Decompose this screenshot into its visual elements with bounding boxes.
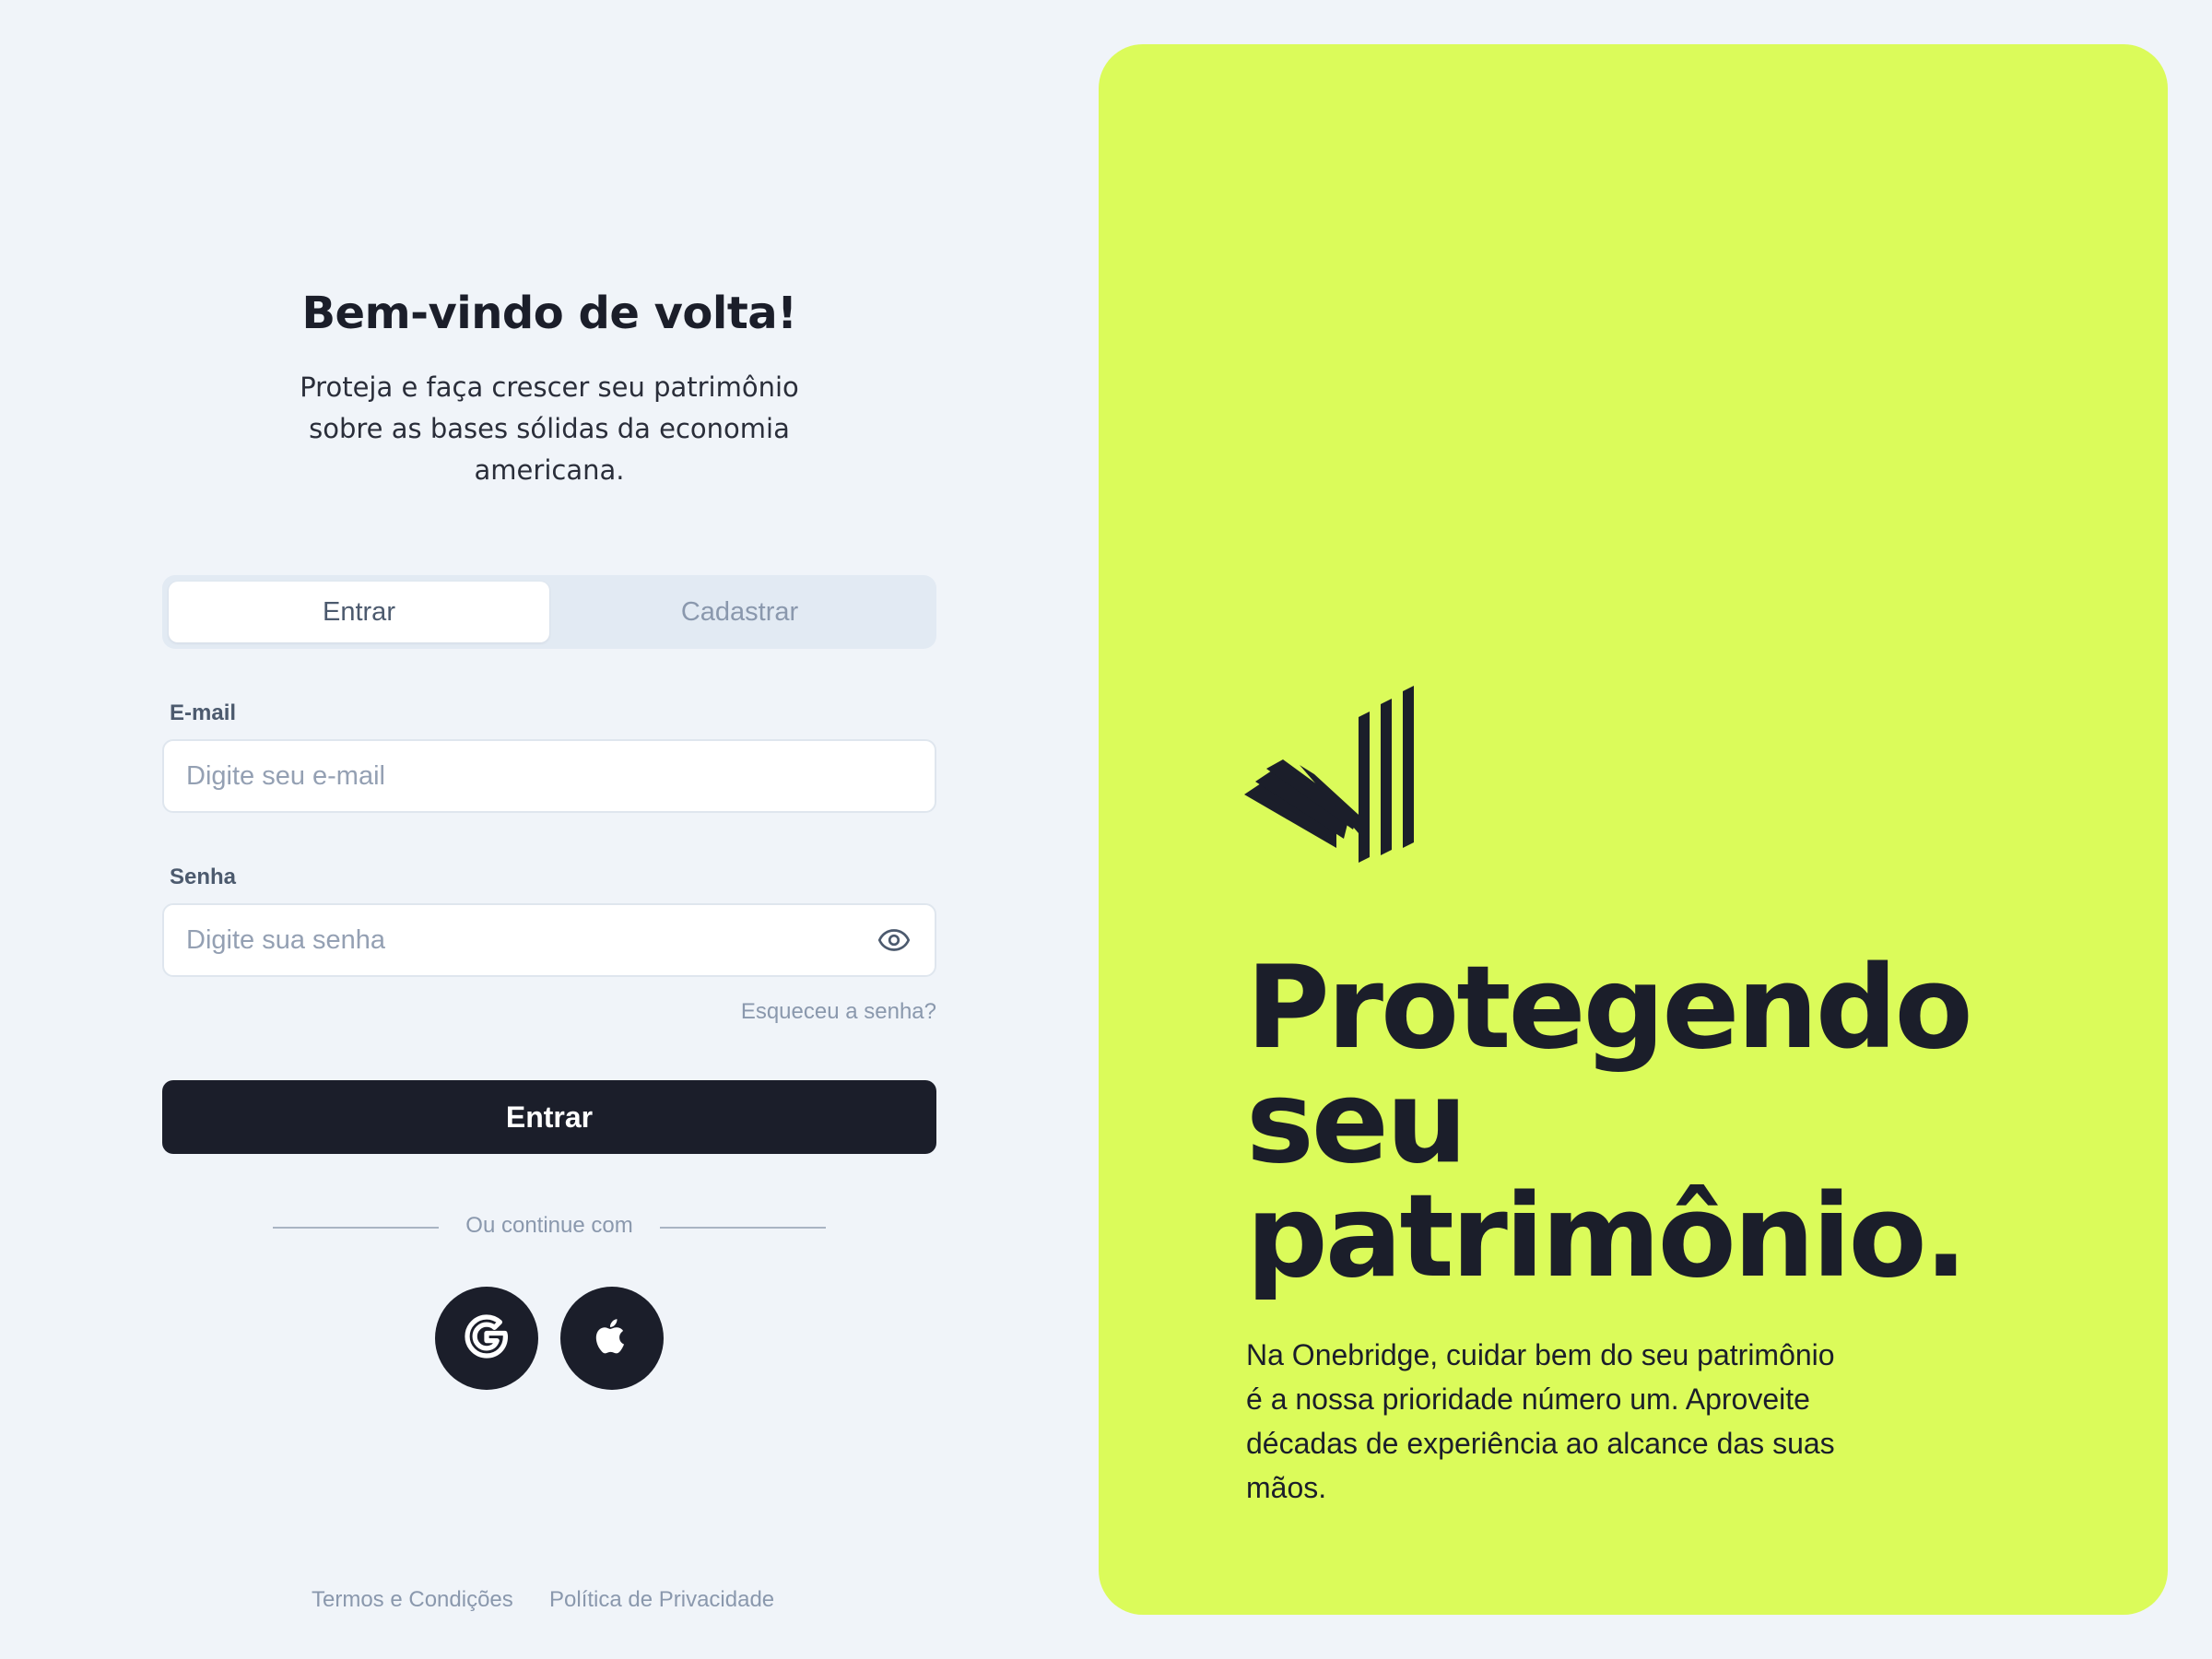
- google-login-button[interactable]: [435, 1287, 538, 1390]
- email-input[interactable]: [186, 760, 912, 792]
- forgot-password-link[interactable]: Esqueceu a senha?: [741, 999, 936, 1025]
- onebridge-logo-icon: [1244, 686, 1419, 863]
- auth-tabs: Entrar Cadastrar: [162, 575, 936, 649]
- hero-headline: Protegendo seu patrimônio.: [1246, 951, 2076, 1294]
- login-panel: Bem-vindo de volta! Proteja e faça cresc…: [0, 0, 1099, 1659]
- google-icon: [461, 1311, 512, 1367]
- apple-login-button[interactable]: [560, 1287, 664, 1390]
- password-label: Senha: [170, 865, 237, 889]
- hero-headline-line-3: patrimônio.: [1246, 1171, 1968, 1303]
- page-title: Bem-vindo de volta!: [301, 288, 797, 339]
- hero-description: Na Onebridge, cuidar bem do seu patrimôn…: [1246, 1338, 1835, 1504]
- login-page: Bem-vindo de volta! Proteja e faça cresc…: [0, 0, 2212, 1659]
- divider-line-right: [660, 1227, 826, 1229]
- privacy-link[interactable]: Política de Privacidade: [549, 1587, 774, 1613]
- terms-link[interactable]: Termos e Condições: [312, 1587, 513, 1613]
- divider-text: Ou continue com: [465, 1213, 633, 1238]
- hero-headline-line-1: Protegendo: [1246, 942, 1973, 1075]
- password-input[interactable]: [186, 924, 876, 956]
- password-field-wrapper: [162, 903, 936, 977]
- tab-entrar[interactable]: Entrar: [169, 582, 549, 642]
- apple-icon: [592, 1316, 632, 1361]
- tab-cadastrar[interactable]: Cadastrar: [549, 582, 930, 642]
- hero-panel: Protegendo seu patrimônio. Na Onebridge,…: [1099, 44, 2168, 1615]
- email-label: E-mail: [170, 700, 237, 725]
- hero-headline-line-2: seu: [1246, 1056, 1467, 1189]
- eye-icon[interactable]: [876, 922, 912, 959]
- email-field-wrapper: [162, 739, 936, 813]
- page-subtitle: Proteja e faça crescer seu patrimônio so…: [300, 371, 799, 486]
- login-submit-button[interactable]: Entrar: [162, 1080, 936, 1154]
